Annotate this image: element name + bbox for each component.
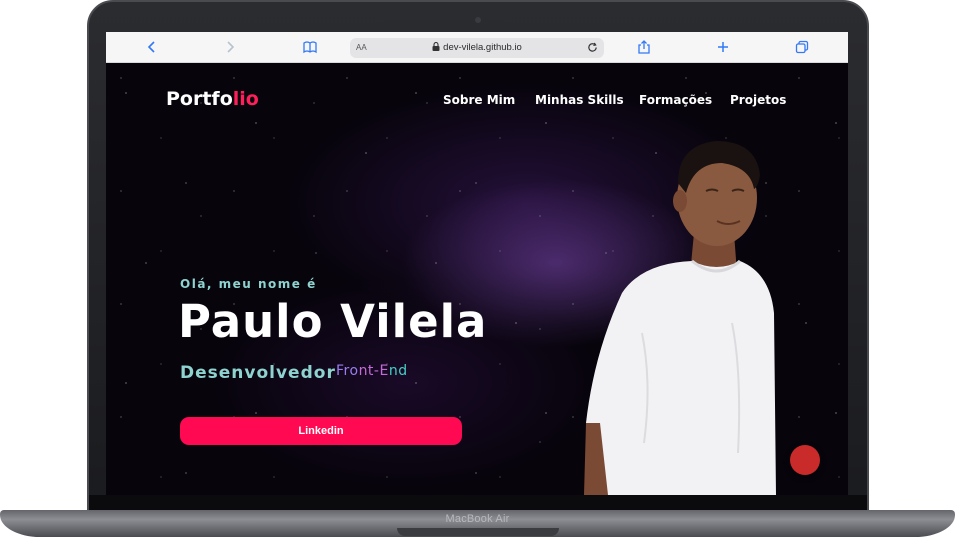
back-icon[interactable] xyxy=(144,39,160,55)
laptop-brand-label: MacBook Air xyxy=(445,513,510,525)
hero-role: Desenvolvedor xyxy=(180,363,336,383)
nav-minhas-skills[interactable]: Minhas Skills xyxy=(535,93,624,107)
camera-icon xyxy=(475,17,481,23)
floating-action-button[interactable] xyxy=(790,445,820,475)
portfolio-page: Portfolio Sobre Mim Minhas Skills Formaç… xyxy=(106,63,848,495)
lock-icon xyxy=(432,41,440,51)
role-part-3: nd xyxy=(388,363,408,379)
bookmarks-icon[interactable] xyxy=(302,39,318,55)
profile-photo xyxy=(584,141,776,495)
browser-toolbar: AA dev-vilela.github.io xyxy=(106,32,848,63)
share-icon[interactable] xyxy=(636,39,652,55)
logo-main: Portfo xyxy=(166,88,233,110)
role-part-2: nt-E xyxy=(358,363,389,379)
linkedin-button[interactable]: Linkedin xyxy=(180,417,462,445)
url-value: dev-vilela.github.io xyxy=(443,42,522,53)
logo-accent: lio xyxy=(232,88,259,110)
reload-icon[interactable] xyxy=(587,38,598,60)
nav-sobre-mim[interactable]: Sobre Mim xyxy=(443,93,515,107)
forward-icon[interactable] xyxy=(222,39,238,55)
hero-role-typed: Front-End xyxy=(336,363,408,379)
tabs-icon[interactable] xyxy=(794,39,810,55)
url-text: dev-vilela.github.io xyxy=(350,38,604,58)
hero-name: Paulo Vilela xyxy=(178,295,488,348)
nav-projetos[interactable]: Projetos xyxy=(730,93,786,107)
laptop-notch xyxy=(397,528,559,536)
site-logo[interactable]: Portfolio xyxy=(166,88,259,110)
role-part-1: Fro xyxy=(336,363,359,379)
new-tab-icon[interactable] xyxy=(715,39,731,55)
laptop-mockup: AA dev-vilela.github.io Portfolio Sobre … xyxy=(0,0,955,549)
address-bar[interactable]: AA dev-vilela.github.io xyxy=(350,38,604,58)
nav-formacoes[interactable]: Formações xyxy=(639,93,712,107)
hero-greeting: Olá, meu nome é xyxy=(180,277,317,291)
browser-screen: AA dev-vilela.github.io Portfolio Sobre … xyxy=(106,32,848,495)
